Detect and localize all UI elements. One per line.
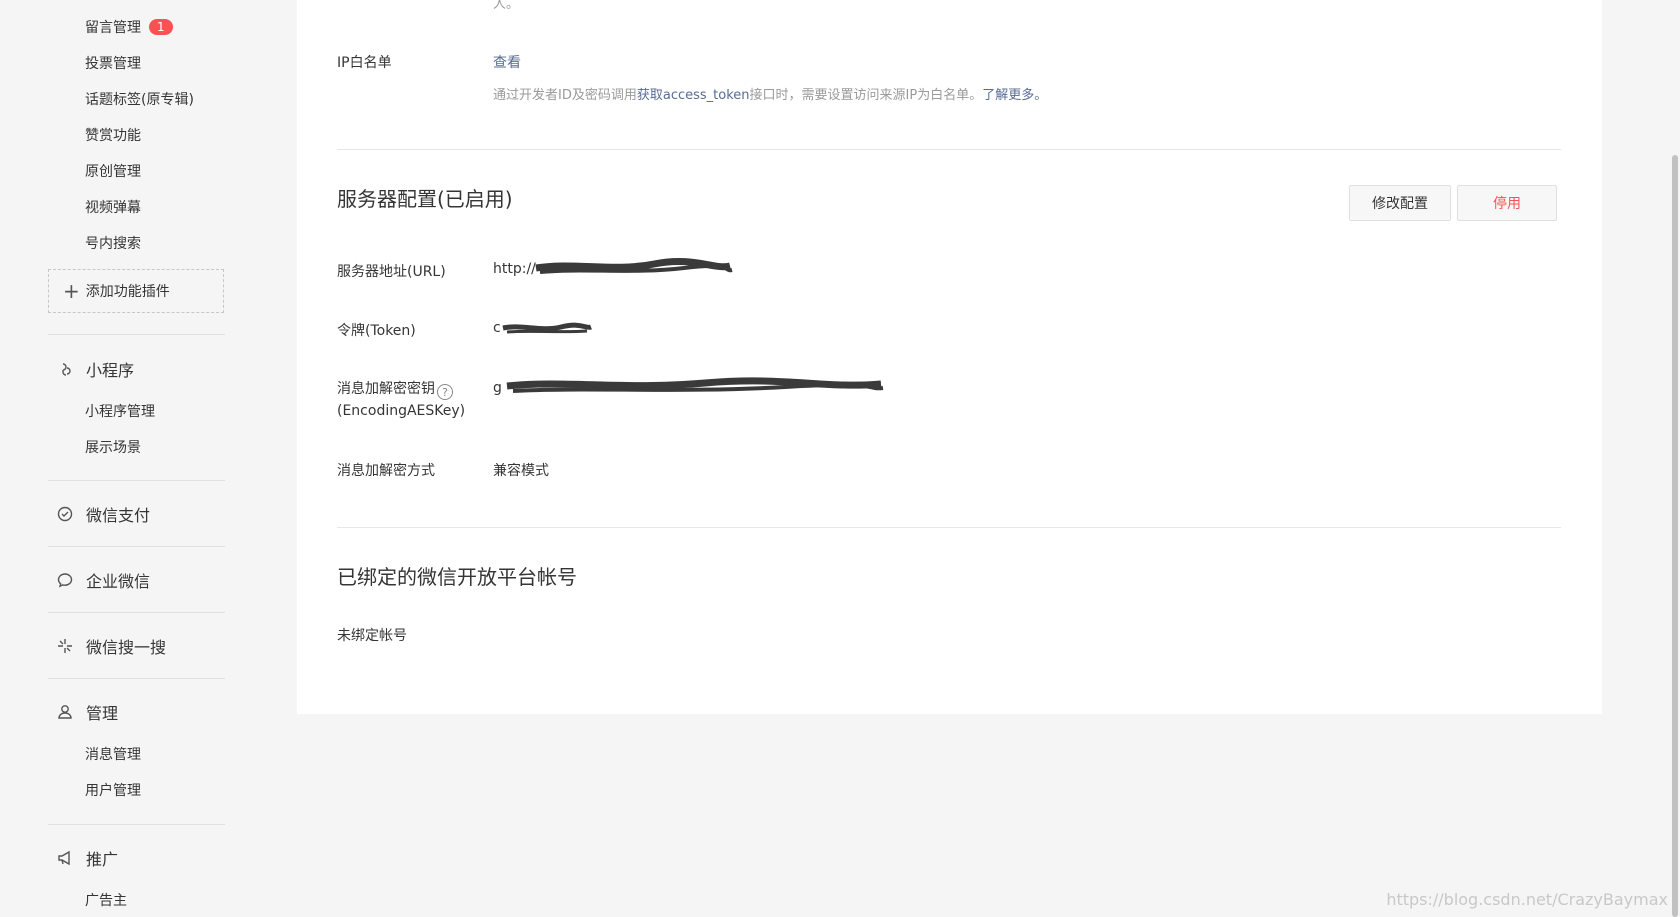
aes-key-value: g bbox=[493, 380, 502, 396]
developer-config-panel: 人。 IP白名单 查看 通过开发者ID及密码调用获取access_token接口… bbox=[297, 0, 1602, 714]
redaction-scribble bbox=[535, 258, 733, 274]
divider bbox=[337, 149, 1561, 150]
desc-prefix: 通过开发者ID及密码调用 bbox=[493, 88, 637, 103]
disable-button[interactable]: 停用 bbox=[1457, 185, 1557, 221]
search-star-icon bbox=[58, 639, 72, 653]
divider bbox=[48, 678, 225, 679]
sidebar-item-display-scene[interactable]: 展示场景 bbox=[85, 437, 141, 457]
truncated-text: 人。 bbox=[493, 0, 520, 12]
sidebar-item-wechat-search[interactable]: 微信搜一搜 bbox=[56, 634, 166, 658]
access-token-link[interactable]: 获取access_token bbox=[637, 88, 750, 103]
sidebar-item-promote[interactable]: 推广 bbox=[56, 846, 118, 870]
comment-count-badge: 1 bbox=[149, 19, 173, 35]
ip-whitelist-label: IP白名单 bbox=[337, 55, 392, 71]
token-value: c bbox=[493, 320, 501, 336]
users-icon bbox=[58, 705, 72, 719]
ip-whitelist-view-link[interactable]: 查看 bbox=[493, 52, 521, 72]
aes-key-label: 消息加解密密钥? (EncodingAESKey) bbox=[337, 378, 465, 422]
divider bbox=[48, 612, 225, 613]
sidebar-item-label: 推广 bbox=[86, 850, 119, 869]
learn-more-link[interactable]: 了解更多。 bbox=[982, 88, 1047, 103]
encryption-mode-label: 消息加解密方式 bbox=[337, 463, 435, 479]
redaction-scribble bbox=[502, 322, 592, 334]
megaphone-icon bbox=[58, 850, 70, 866]
sidebar-item-work-wechat[interactable]: 企业微信 bbox=[56, 568, 150, 592]
sidebar-item-reward[interactable]: 赞赏功能 bbox=[85, 125, 141, 145]
divider bbox=[48, 334, 225, 335]
modify-config-button[interactable]: 修改配置 bbox=[1349, 185, 1451, 221]
divider bbox=[48, 546, 225, 547]
sidebar-item-label: 留言管理 bbox=[85, 20, 141, 36]
sidebar-item-search[interactable]: 号内搜索 bbox=[85, 233, 141, 253]
sidebar-item-topic-tags[interactable]: 话题标签(原专辑) bbox=[85, 89, 194, 109]
divider bbox=[337, 527, 1561, 528]
miniprogram-icon bbox=[62, 363, 71, 376]
encryption-mode-value: 兼容模式 bbox=[493, 463, 549, 479]
sidebar-item-votes[interactable]: 投票管理 bbox=[85, 53, 141, 73]
bound-accounts-title: 已绑定的微信开放平台帐号 bbox=[337, 565, 577, 589]
sidebar-item-label: 企业微信 bbox=[86, 572, 151, 591]
work-wechat-icon bbox=[57, 573, 73, 588]
redaction-scribble bbox=[506, 377, 884, 393]
add-plugin-label: 添加功能插件 bbox=[85, 284, 170, 300]
desc-middle: 接口时，需要设置访问来源IP为白名单。 bbox=[749, 88, 983, 103]
sidebar: 留言管理 1 投票管理 话题标签(原专辑) 赞赏功能 原创管理 视频弹幕 号内搜索… bbox=[0, 0, 250, 917]
no-bound-account-text: 未绑定帐号 bbox=[337, 628, 407, 644]
aes-key-label-line2: (EncodingAESKey) bbox=[337, 403, 466, 419]
sidebar-item-label: 管理 bbox=[86, 704, 119, 723]
sidebar-item-message-manage[interactable]: 消息管理 bbox=[85, 744, 141, 764]
ip-whitelist-desc: 通过开发者ID及密码调用获取access_token接口时，需要设置访问来源IP… bbox=[493, 84, 1047, 103]
scrollbar-thumb[interactable] bbox=[1672, 155, 1678, 917]
divider bbox=[48, 824, 225, 825]
sidebar-item-original[interactable]: 原创管理 bbox=[85, 161, 141, 181]
sidebar-item-wechat-pay[interactable]: 微信支付 bbox=[56, 502, 150, 526]
plus-icon: + bbox=[63, 279, 80, 303]
sidebar-item-user-manage[interactable]: 用户管理 bbox=[85, 780, 141, 800]
aes-key-label-line1: 消息加解密密钥 bbox=[337, 381, 435, 397]
wechat-pay-icon bbox=[57, 506, 73, 522]
sidebar-item-advertiser[interactable]: 广告主 bbox=[85, 890, 127, 910]
sidebar-item-manage[interactable]: 管理 bbox=[56, 700, 118, 724]
server-url-value: http:// bbox=[493, 261, 536, 277]
sidebar-item-label: 微信搜一搜 bbox=[86, 638, 167, 657]
help-icon[interactable]: ? bbox=[437, 384, 453, 400]
watermark: https://blog.csdn.net/CrazyBaymax bbox=[1386, 890, 1668, 909]
sidebar-item-miniprogram[interactable]: 小程序 bbox=[56, 357, 134, 381]
sidebar-item-label: 小程序 bbox=[86, 361, 135, 380]
sidebar-item-comments[interactable]: 留言管理 1 bbox=[85, 17, 173, 37]
server-config-title: 服务器配置(已启用) bbox=[337, 187, 513, 211]
server-url-label: 服务器地址(URL) bbox=[337, 264, 446, 280]
sidebar-item-miniprogram-manage[interactable]: 小程序管理 bbox=[85, 401, 155, 421]
sidebar-item-danmaku[interactable]: 视频弹幕 bbox=[85, 197, 141, 217]
add-plugin-button[interactable]: + 添加功能插件 bbox=[48, 269, 224, 313]
token-label: 令牌(Token) bbox=[337, 323, 416, 339]
divider bbox=[48, 480, 225, 481]
sidebar-item-label: 微信支付 bbox=[86, 506, 151, 525]
